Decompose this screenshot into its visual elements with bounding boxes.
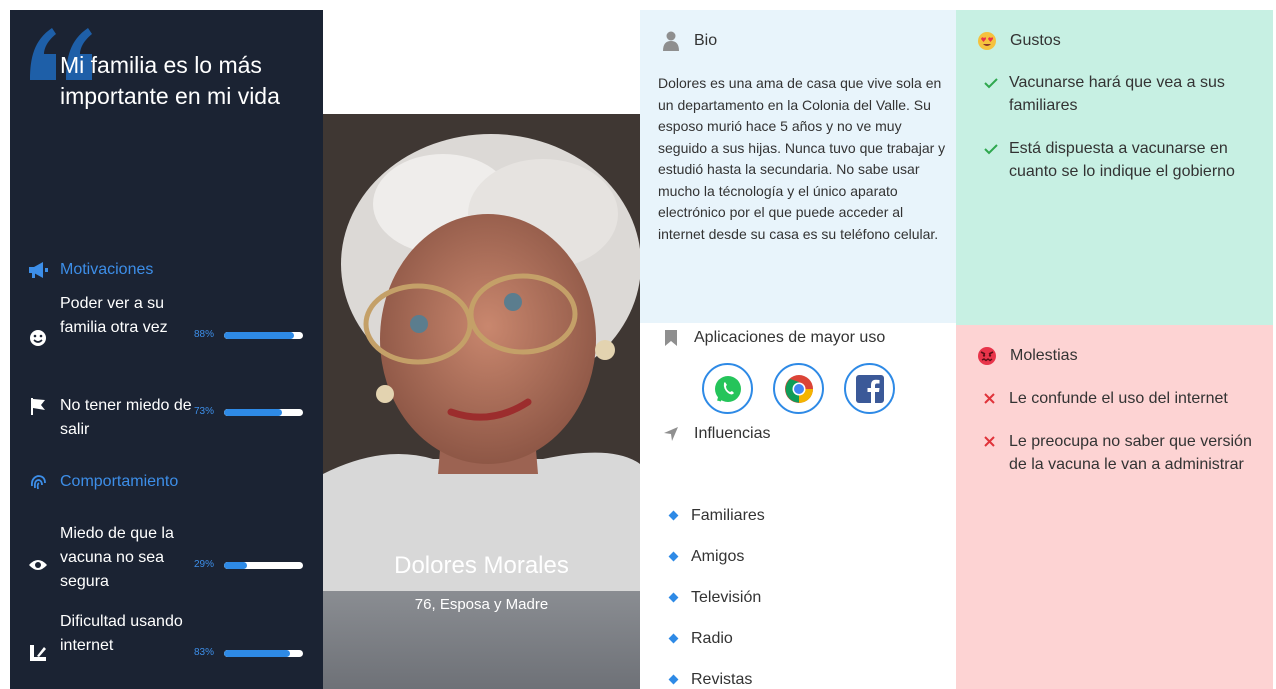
behavior-progress-bar [224,562,303,569]
portrait-illustration [323,114,640,591]
tools-icon [26,641,50,665]
influence-label: Familiares [691,506,765,524]
list-item: Revistas [668,659,765,689]
motivation-progress-bar [224,409,303,416]
heart-eyes-emoji-icon [976,30,998,52]
smile-icon [26,326,50,350]
influence-label: Revistas [691,670,753,688]
apps-panel: Aplicaciones de mayor uso Influencias Fa… [640,323,956,689]
whatsapp-icon[interactable] [702,363,753,414]
dislikes-list: Le confunde el uso del internet Le preoc… [984,387,1254,496]
facebook-icon[interactable] [844,363,895,414]
persona-role: 76, Esposa y Madre [414,596,549,613]
list-item: Familiares [668,495,765,536]
list-item: Amigos [668,536,765,577]
eye-icon [26,553,50,577]
influence-label: Televisión [691,588,762,606]
cross-icon [984,387,1000,410]
influences-list: Familiares Amigos Televisión Radio Revis… [668,495,765,689]
influence-label: Amigos [691,547,745,565]
persona-name: Dolores Morales [394,552,569,579]
flag-icon [26,394,50,418]
dislike-text: Le preocupa no saber que versión de la v… [1009,433,1252,473]
angry-emoji-icon [976,345,998,367]
list-item: Vacunarse hará que vea a sus familiares [984,71,1254,117]
bio-panel: Bio Dolores es una ama de casa que vive … [640,10,956,323]
progress-fill [224,562,247,569]
user-icon [660,30,682,52]
diamond-bullet-icon [668,592,679,603]
progress-fill [224,409,282,416]
bio-heading: Bio [660,30,717,52]
motivation-percent: 73% [194,406,215,417]
cross-icon [984,430,1000,453]
check-icon [984,137,1000,160]
likes-heading-label: Gustos [1010,32,1061,49]
apps-heading-label: Aplicaciones de mayor uso [694,329,886,346]
location-arrow-icon [660,423,682,445]
persona-quote: Mi familia es lo más importante en mi vi… [60,52,280,109]
motivations-heading: Motivaciones [26,260,153,280]
motivations-heading-label: Motivaciones [60,261,154,278]
bio-heading-label: Bio [694,32,718,49]
bio-text: Dolores es una ama de casa que vive sola… [658,75,946,242]
influences-heading: Influencias [660,423,771,445]
motivation-label: Poder ver a su familia otra vez [60,295,168,336]
motivation-progress-bar [224,332,303,339]
dislikes-heading: Molestias [976,345,1078,367]
like-text: Vacunarse hará que vea a sus familiares [1009,74,1225,114]
dislike-text: Le confunde el uso del internet [1009,390,1228,407]
apps-heading: Aplicaciones de mayor uso [660,327,885,349]
diamond-bullet-icon [668,633,679,644]
chrome-icon[interactable] [773,363,824,414]
list-item: Radio [668,618,765,659]
influence-label: Radio [691,629,733,647]
progress-fill [224,650,290,657]
behavior-heading-label: Comportamiento [60,473,179,490]
check-icon [984,71,1000,94]
likes-heading: Gustos [976,30,1061,52]
behavior-percent: 29% [194,559,215,570]
influences-heading-label: Influencias [694,425,771,442]
list-item: Televisión [668,577,765,618]
list-item: Le confunde el uso del internet [984,387,1254,410]
persona-photo: Dolores Morales 76, Esposa y Madre [323,114,640,689]
diamond-bullet-icon [668,674,679,685]
behavior-label: Miedo de que la vacuna no sea segura [60,525,174,590]
list-item: Le preocupa no saber que versión de la v… [984,430,1254,476]
dislikes-panel: Molestias Le confunde el uso del interne… [956,325,1273,689]
behavior-heading: Comportamiento [26,472,178,492]
fingerprint-icon [26,472,50,492]
bookmark-icon [660,327,682,349]
megaphone-icon [26,260,50,280]
behavior-percent: 83% [194,647,215,658]
list-item: Está dispuesta a vacunarse en cuanto se … [984,137,1254,183]
progress-fill [224,332,294,339]
diamond-bullet-icon [668,510,679,521]
diamond-bullet-icon [668,551,679,562]
likes-list: Vacunarse hará que vea a sus familiares … [984,71,1254,203]
motivation-percent: 88% [194,329,215,340]
behavior-progress-bar [224,650,303,657]
persona-sidebar: Mi familia es lo más importante en mi vi… [10,10,323,689]
like-text: Está dispuesta a vacunarse en cuanto se … [1009,140,1235,180]
behavior-label: Dificultad usando internet [60,613,183,654]
likes-panel: Gustos Vacunarse hará que vea a sus fami… [956,10,1273,325]
app-icons-row [702,363,895,414]
motivation-label: No tener miedo de salir [60,397,192,438]
dislikes-heading-label: Molestias [1010,347,1078,364]
